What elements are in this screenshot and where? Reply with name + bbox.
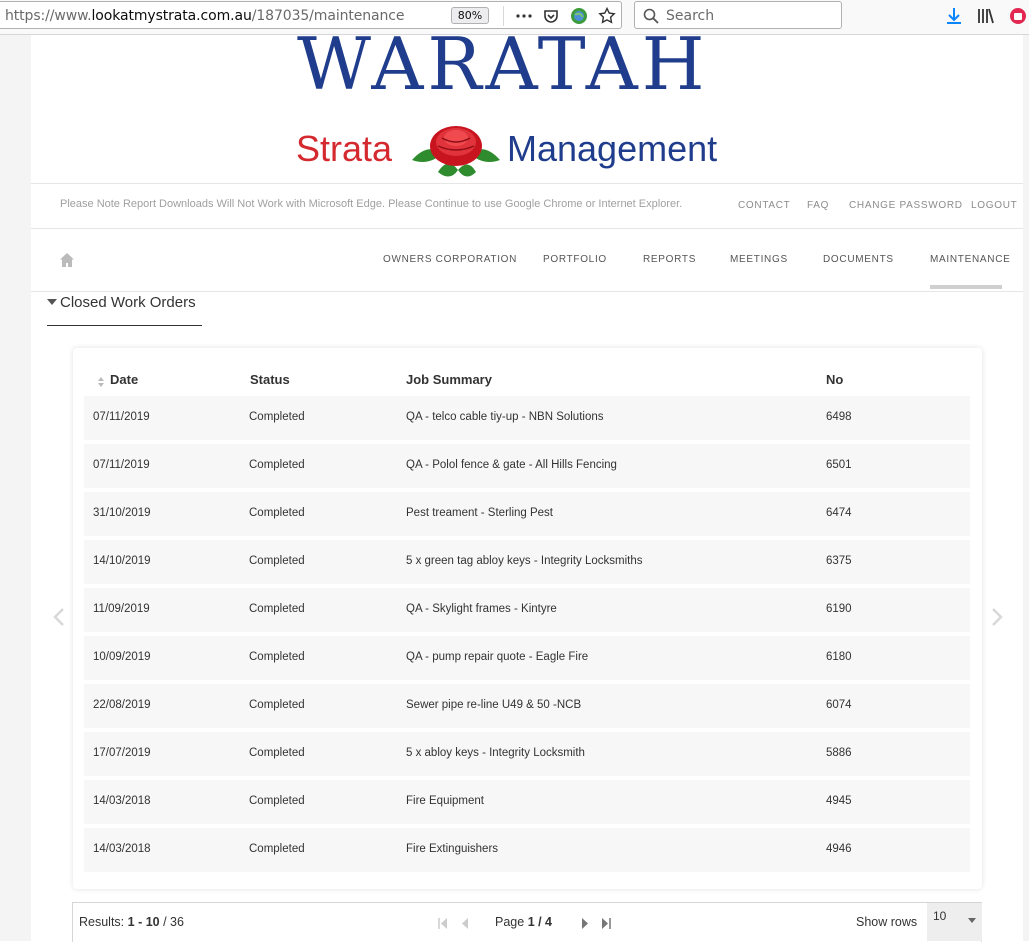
cell-date: 14/03/2018 <box>93 843 151 855</box>
nav-documents[interactable]: DOCUMENTS <box>823 254 894 265</box>
nav-active-indicator <box>930 285 1002 289</box>
table-row[interactable]: 31/10/2019 Completed Pest treament - Sterl… <box>84 492 970 536</box>
show-rows-label: Show rows <box>856 915 918 929</box>
last-page-icon[interactable] <box>600 918 612 929</box>
section-title: Closed Work Orders <box>60 294 196 311</box>
table-row[interactable]: 11/09/2019 Completed QA - Skylight frames … <box>84 588 970 632</box>
cell-no: 4946 <box>826 843 852 855</box>
rows-per-page-select[interactable]: 10 <box>927 903 982 941</box>
column-header-status[interactable]: Status <box>250 372 290 387</box>
cell-status: Completed <box>249 651 305 663</box>
nav-owners-corporation[interactable]: OWNERS CORPORATION <box>383 254 517 265</box>
cell-no: 6074 <box>826 699 852 711</box>
cell-status: Completed <box>249 459 305 471</box>
cell-no: 6474 <box>826 507 852 519</box>
cell-job-summary: 5 x green tag abloy keys - Integrity Loc… <box>406 555 643 567</box>
cell-job-summary: 5 x abloy keys - Integrity Locksmith <box>406 747 585 759</box>
nav-portfolio[interactable]: PORTFOLIO <box>543 254 607 265</box>
cell-status: Completed <box>249 507 305 519</box>
sort-icon[interactable] <box>97 376 105 388</box>
cell-status: Completed <box>249 699 305 711</box>
chevron-down-icon <box>968 918 976 923</box>
cell-status: Completed <box>249 795 305 807</box>
next-page-icon[interactable] <box>579 918 591 929</box>
logo-management-text: Management <box>507 128 718 169</box>
cell-date: 14/03/2018 <box>93 795 151 807</box>
cell-date: 14/10/2019 <box>93 555 151 567</box>
collapse-triangle-icon <box>47 299 57 305</box>
results-summary: Results: 1 - 10 / 36 <box>79 915 184 929</box>
logo-waratah-text: WARATAH <box>297 22 709 106</box>
home-icon[interactable] <box>59 252 75 268</box>
logo-strata-text: Strata <box>296 128 393 169</box>
browser-notice: Please Note Report Downloads Will Not Wo… <box>60 198 683 210</box>
cell-status: Completed <box>249 747 305 759</box>
cell-status: Completed <box>249 843 305 855</box>
carousel-next-icon[interactable] <box>990 607 1004 627</box>
table-row[interactable]: 10/09/2019 Completed QA - pump repair quot… <box>84 636 970 680</box>
nav-meetings[interactable]: MEETINGS <box>730 254 788 265</box>
waratah-flower-logo-icon <box>412 126 500 177</box>
cell-date: 11/09/2019 <box>93 603 150 615</box>
cell-no: 6498 <box>826 411 852 423</box>
column-header-no[interactable]: No <box>826 372 843 387</box>
cell-status: Completed <box>249 555 305 567</box>
page-margin-left <box>0 35 31 941</box>
table-row[interactable]: 14/03/2018 Completed Fire Equipment 4945 <box>84 780 970 824</box>
cell-date: 31/10/2019 <box>93 507 151 519</box>
cell-status: Completed <box>249 411 305 423</box>
table-row[interactable]: 14/10/2019 Completed 5 x green tag abloy k… <box>84 540 970 584</box>
logout-link[interactable]: LOGOUT <box>971 200 1017 211</box>
cell-date: 10/09/2019 <box>93 651 151 663</box>
cell-job-summary: QA - Polol fence & gate - All Hills Fenc… <box>406 459 617 471</box>
cell-date: 17/07/2019 <box>93 747 151 759</box>
cell-job-summary: QA - pump repair quote - Eagle Fire <box>406 651 589 663</box>
cell-no: 4945 <box>826 795 852 807</box>
table-row[interactable]: 17/07/2019 Completed 5 x abloy keys - Inte… <box>84 732 970 776</box>
download-icon[interactable] <box>944 6 964 26</box>
addon-red-icon[interactable] <box>1008 6 1028 26</box>
cell-job-summary: Pest treament - Sterling Pest <box>406 507 554 519</box>
library-icon[interactable] <box>976 6 996 26</box>
cell-date: 22/08/2019 <box>93 699 151 711</box>
rows-per-page-value: 10 <box>933 909 947 923</box>
closed-work-orders-toggle[interactable]: Closed Work Orders <box>47 294 202 326</box>
cell-no: 6190 <box>826 603 852 615</box>
cell-job-summary: Sewer pipe re-line U49 & 50 -NCB <box>406 699 582 711</box>
cell-job-summary: Fire Extinguishers <box>406 843 499 855</box>
cell-no: 6375 <box>826 555 852 567</box>
contact-link[interactable]: CONTACT <box>738 200 791 211</box>
table-row[interactable]: 07/11/2019 Completed QA - Polol fence & ga… <box>84 444 970 488</box>
cell-status: Completed <box>249 603 305 615</box>
table-row[interactable]: 14/03/2018 Completed Fire Extinguishers 494… <box>84 828 970 872</box>
faq-link[interactable]: FAQ <box>807 200 829 211</box>
cell-no: 5886 <box>826 747 852 759</box>
cell-no: 6180 <box>826 651 852 663</box>
column-header-date[interactable]: Date <box>110 372 138 387</box>
nav-divider-top <box>31 228 1023 229</box>
cell-job-summary: QA - Skylight frames - Kintyre <box>406 603 557 615</box>
pagination-bar: Results: 1 - 10 / 36 Page 1 / 4 Show row… <box>72 902 982 942</box>
nav-maintenance[interactable]: MAINTENANCE <box>930 254 1010 265</box>
carousel-prev-icon[interactable] <box>52 607 66 627</box>
table-row[interactable]: 22/08/2019 Completed Sewer pipe re-line U4… <box>84 684 970 728</box>
prev-page-icon[interactable] <box>459 918 471 929</box>
nav-divider-bottom <box>31 291 1023 292</box>
cell-no: 6501 <box>826 459 852 471</box>
cell-date: 07/11/2019 <box>93 411 150 423</box>
header-divider <box>31 183 1023 184</box>
cell-date: 07/11/2019 <box>93 459 150 471</box>
cell-job-summary: QA - telco cable tiy-up - NBN Solutions <box>406 411 604 423</box>
page-indicator: Page 1 / 4 <box>495 915 553 929</box>
column-header-job-summary[interactable]: Job Summary <box>406 372 492 387</box>
nav-reports[interactable]: REPORTS <box>643 254 696 265</box>
first-page-icon[interactable] <box>437 918 449 929</box>
cell-job-summary: Fire Equipment <box>406 795 484 807</box>
change-password-link[interactable]: CHANGE PASSWORD <box>849 200 963 211</box>
page-margin-right <box>1023 35 1029 941</box>
table-row[interactable]: 07/11/2019 Completed QA - telco cable tiy-… <box>84 396 970 440</box>
